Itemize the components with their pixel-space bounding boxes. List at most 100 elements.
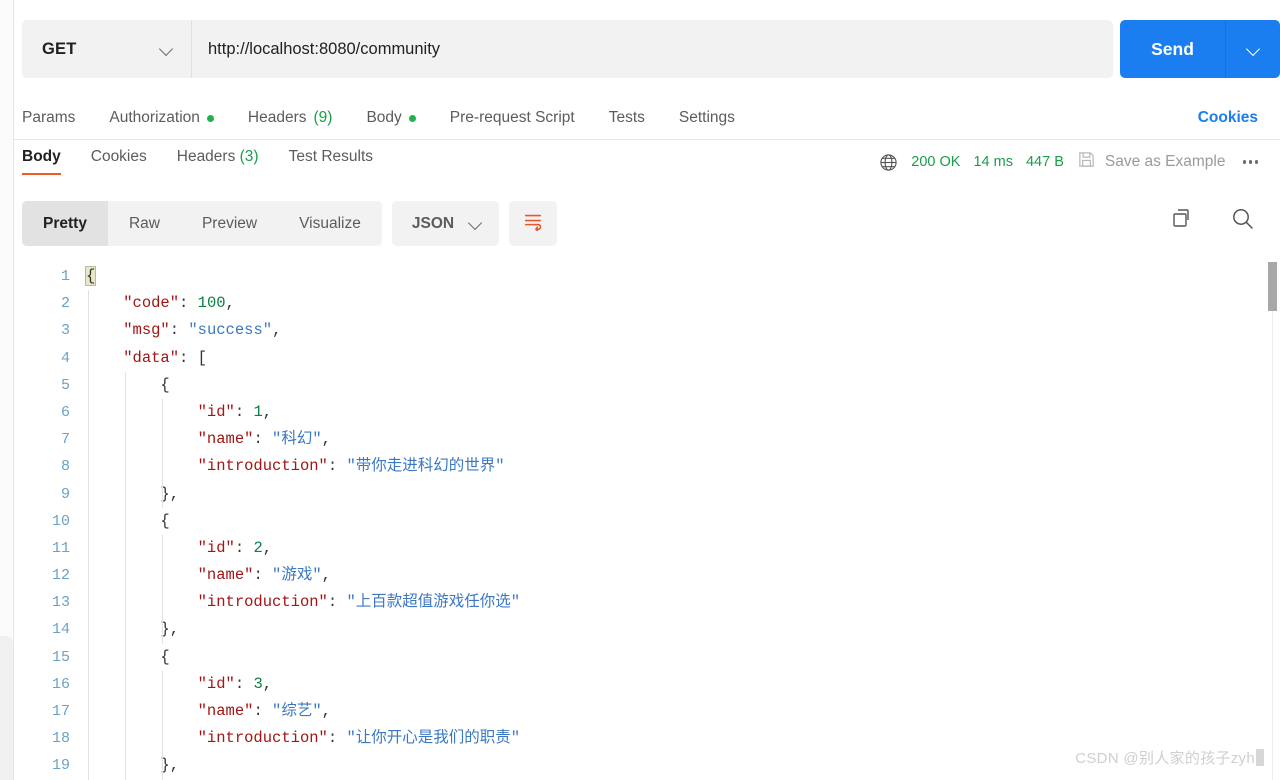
request-tab-settings[interactable]: Settings — [662, 109, 752, 127]
code-line-content: "introduction": "让你开心是我们的职责" — [86, 725, 520, 752]
request-tab-label: Pre-request Script — [450, 109, 575, 127]
line-number: 7 — [14, 426, 86, 453]
code-line-content: "msg": "success", — [86, 317, 281, 344]
request-tab-pre-request-script[interactable]: Pre-request Script — [433, 109, 592, 127]
code-token: : — [179, 349, 198, 367]
send-button[interactable]: Send — [1120, 20, 1226, 78]
code-token: "综艺" — [272, 702, 322, 720]
request-tab-authorization[interactable]: Authorization — [92, 109, 230, 127]
code-token: : — [328, 457, 347, 475]
code-token: : — [235, 403, 254, 421]
header-divider — [14, 139, 1280, 140]
request-tab-tests[interactable]: Tests — [592, 109, 662, 127]
indent-guide — [125, 372, 126, 780]
save-as-example-button[interactable]: Save as Example — [1077, 150, 1226, 174]
floppy-disk-icon — [1077, 150, 1096, 174]
request-tab-label: Settings — [679, 109, 735, 127]
code-line: 14 }, — [14, 616, 1280, 643]
code-token: "id" — [198, 403, 235, 421]
ellipsis-icon[interactable] — [1239, 154, 1263, 170]
view-mode-segmented-control: PrettyRawPreviewVisualize — [22, 201, 382, 246]
search-button[interactable] — [1230, 206, 1256, 237]
code-token: , — [263, 675, 272, 693]
code-line: 8 "introduction": "带你走进科幻的世界" — [14, 453, 1280, 480]
json-code-block: 1{2 "code": 100,3 "msg": "success",4 "da… — [14, 255, 1280, 780]
view-mode-raw[interactable]: Raw — [108, 201, 181, 246]
code-token: : — [253, 566, 272, 584]
globe-icon — [879, 153, 898, 172]
line-number: 12 — [14, 562, 86, 589]
code-token: { — [160, 376, 169, 394]
code-token: "上百款超值游戏任你选" — [346, 593, 520, 611]
line-number: 17 — [14, 698, 86, 725]
search-icon — [1230, 206, 1256, 237]
view-mode-preview[interactable]: Preview — [181, 201, 278, 246]
line-number: 1 — [14, 263, 86, 290]
response-tab-count: (3) — [235, 148, 258, 165]
code-line: 17 "name": "综艺", — [14, 698, 1280, 725]
left-panel-edge — [0, 0, 14, 780]
code-token: , — [170, 756, 179, 774]
response-body-viewer[interactable]: 1{2 "code": 100,3 "msg": "success",4 "da… — [14, 255, 1280, 780]
save-as-example-label: Save as Example — [1105, 153, 1226, 171]
copy-button[interactable] — [1170, 207, 1194, 236]
code-token: { — [86, 267, 95, 285]
code-token: 100 — [198, 294, 226, 312]
code-line: 4 "data": [ — [14, 345, 1280, 372]
response-tab-label: Test Results — [289, 148, 373, 165]
response-size: 447 B — [1026, 154, 1064, 170]
code-token: "introduction" — [198, 729, 328, 747]
word-wrap-button[interactable] — [509, 201, 557, 246]
code-token: , — [263, 403, 272, 421]
line-number: 14 — [14, 616, 86, 643]
response-scrollbar[interactable] — [1268, 258, 1277, 780]
code-line: 10 { — [14, 508, 1280, 535]
chevron-down-icon — [160, 43, 173, 56]
response-tab-label: Cookies — [91, 148, 147, 165]
code-line: 5 { — [14, 372, 1280, 399]
code-token: : — [170, 321, 189, 339]
line-number: 15 — [14, 644, 86, 671]
code-token: "introduction" — [198, 457, 328, 475]
response-tab-label: Headers — [177, 148, 236, 165]
response-tab-headers[interactable]: Headers (3) — [177, 148, 275, 175]
method-url-group: GET http://localhost:8080/community — [22, 20, 1113, 78]
line-number: 2 — [14, 290, 86, 317]
request-tab-headers[interactable]: Headers(9) — [231, 109, 350, 127]
code-token: { — [160, 512, 169, 530]
http-method-selector[interactable]: GET — [22, 20, 192, 78]
response-time: 14 ms — [973, 154, 1013, 170]
scrollbar-thumb[interactable] — [1268, 262, 1277, 311]
code-token: , — [322, 430, 331, 448]
response-status: 200 OK — [911, 154, 960, 170]
response-meta: 200 OK 14 ms 447 B Save as Example — [879, 150, 1262, 174]
code-token: , — [263, 539, 272, 557]
request-tab-body[interactable]: Body — [349, 109, 432, 127]
view-mode-pretty[interactable]: Pretty — [22, 201, 108, 246]
line-number: 3 — [14, 317, 86, 344]
code-token: : — [235, 675, 254, 693]
line-number: 5 — [14, 372, 86, 399]
code-token: : — [328, 593, 347, 611]
code-line-content: }, — [86, 616, 179, 643]
url-input[interactable]: http://localhost:8080/community — [192, 20, 1113, 78]
line-number: 8 — [14, 453, 86, 480]
request-tab-label: Headers — [248, 109, 307, 127]
code-line: 2 "code": 100, — [14, 290, 1280, 317]
response-tab-cookies[interactable]: Cookies — [91, 148, 163, 175]
response-tab-test-results[interactable]: Test Results — [289, 148, 389, 175]
view-mode-visualize[interactable]: Visualize — [278, 201, 382, 246]
code-token: , — [170, 620, 179, 638]
response-tab-body[interactable]: Body — [22, 148, 77, 175]
cookies-link[interactable]: Cookies — [1198, 98, 1258, 138]
code-token: : — [328, 729, 347, 747]
language-selector[interactable]: JSON — [392, 201, 499, 246]
code-token: "科幻" — [272, 430, 322, 448]
url-value: http://localhost:8080/community — [208, 40, 440, 59]
code-line: 13 "introduction": "上百款超值游戏任你选" — [14, 589, 1280, 616]
code-line-content: "name": "科幻", — [86, 426, 331, 453]
request-tab-params[interactable]: Params — [22, 109, 92, 127]
send-options-button[interactable] — [1226, 20, 1280, 78]
code-line: 6 "id": 1, — [14, 399, 1280, 426]
response-tabs: Body Cookies Headers (3) Test Results — [22, 148, 403, 175]
